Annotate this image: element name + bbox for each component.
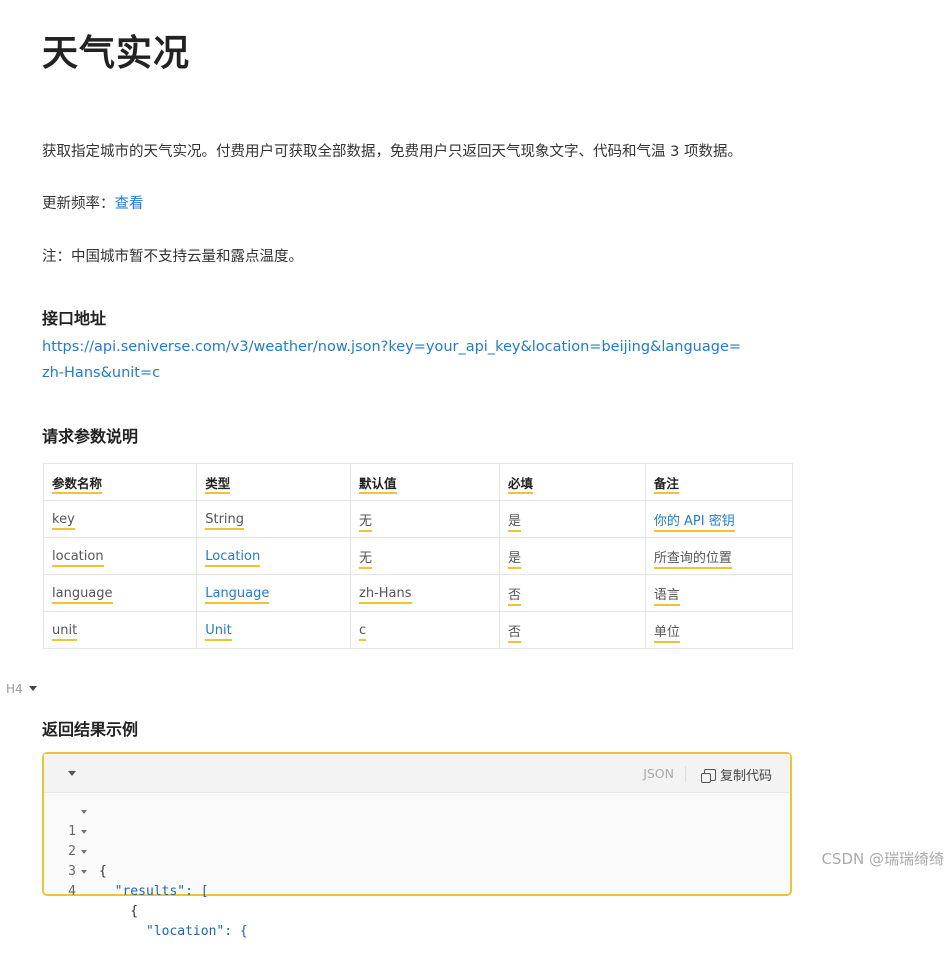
copy-code-label: 复制代码 [719, 769, 772, 784]
param-default: c [359, 622, 367, 641]
table-header-row: 参数名称 类型 默认值 必填 备注 [42, 463, 794, 501]
fold-arrow-icon[interactable] [81, 870, 87, 874]
description: 获取指定城市的天气实况。付费用户可获取全部数据，免费用户只返回天气现象文字、代码… [42, 144, 742, 160]
watermark: CSDN @瑞瑞绮绮 [821, 850, 944, 868]
param-default: 无 [359, 550, 373, 569]
table-row: language Language zh-Hans 否 语言 [42, 574, 794, 612]
column-header: 必填 [507, 475, 533, 494]
param-note: 单位 [653, 624, 680, 643]
param-note: 语言 [653, 587, 680, 606]
update-frequency-label: 更新频率： [42, 196, 115, 212]
heading-level-dropdown-icon[interactable] [29, 686, 37, 691]
param-name: key [52, 511, 75, 530]
update-frequency: 更新频率：查看 [42, 192, 144, 213]
param-type-link[interactable]: Unit [205, 622, 232, 641]
api-heading: 接口地址 [42, 309, 107, 328]
code-line: 3 { [44, 842, 790, 919]
code-line: 4 "location": { [44, 862, 790, 939]
column-header: 参数名称 [52, 475, 103, 494]
param-name: language [52, 585, 113, 604]
param-name: unit [52, 622, 78, 641]
code-text: "results": [ [99, 884, 209, 899]
table-row: location Location 无 是 所查询的位置 [42, 537, 794, 575]
column-header: 备注 [653, 475, 679, 494]
fold-arrow-icon[interactable] [81, 830, 87, 834]
code-language-label[interactable]: JSON [643, 766, 674, 781]
code-line: 2 "results": [ [44, 822, 790, 899]
param-name: location [52, 548, 104, 567]
param-default: 无 [359, 513, 373, 532]
code-block-toolbar: JSON 复制代码 [44, 754, 790, 793]
param-required: 否 [507, 587, 521, 606]
note: 注：中国城市暂不支持云量和露点温度。 [42, 249, 303, 265]
param-note: 所查询的位置 [653, 550, 732, 569]
copy-code-button[interactable]: 复制代码 [700, 765, 772, 784]
param-required: 是 [507, 513, 521, 532]
param-required: 是 [507, 550, 521, 569]
line-number: 4 [68, 884, 76, 899]
copy-icon [700, 768, 716, 783]
table-row: key String 无 是 你的 API 密钥 [42, 500, 794, 538]
table-row: unit Unit c 否 单位 [42, 611, 794, 649]
column-header: 类型 [205, 475, 231, 494]
param-type-link[interactable]: Location [205, 548, 261, 567]
code-text: "location": { [99, 924, 248, 939]
heading-level-marker[interactable]: H4 [6, 682, 23, 696]
fold-arrow-icon[interactable] [81, 850, 87, 854]
param-type: String [205, 511, 245, 530]
code-line: 1 { [44, 802, 790, 879]
column-header: 默认值 [359, 475, 397, 494]
result-heading: 返回结果示例 [42, 720, 139, 739]
params-table: 参数名称 类型 默认值 必填 备注 key String 无 是 你的 API … [42, 463, 794, 649]
param-required: 否 [507, 624, 521, 643]
param-default: zh-Hans [359, 585, 412, 604]
update-frequency-link[interactable]: 查看 [115, 196, 144, 212]
page-title: 天气实况 [42, 33, 191, 74]
code-block: JSON 复制代码 1 { 2 "results": [ 3 { 4 "loca… [42, 752, 792, 939]
toolbar-divider [685, 766, 686, 782]
api-url-link[interactable]: https://api.seniverse.com/v3/weather/now… [42, 334, 742, 386]
param-note-link[interactable]: 你的 API 密钥 [653, 513, 735, 532]
collapse-caret-icon[interactable] [68, 771, 76, 776]
code-text: { [99, 904, 139, 919]
params-heading: 请求参数说明 [42, 427, 139, 446]
code-lines: 1 { 2 "results": [ 3 { 4 "location": { [44, 793, 790, 939]
param-type-link[interactable]: Language [205, 585, 270, 604]
fold-arrow-icon[interactable] [81, 810, 87, 814]
